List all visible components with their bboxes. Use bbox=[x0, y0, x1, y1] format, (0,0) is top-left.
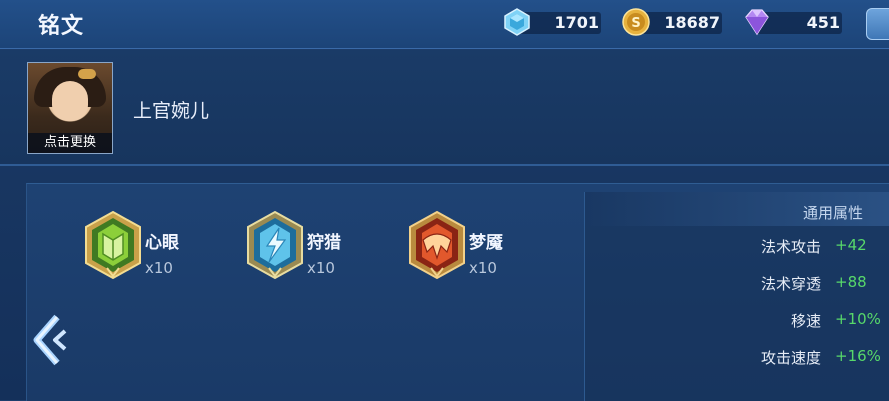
gold-count: 18687 bbox=[664, 13, 720, 32]
gold-coin-icon: S bbox=[622, 8, 650, 36]
top-bar: 铭文 1701 S 18687 451 bbox=[0, 0, 889, 49]
crystal-icon bbox=[504, 8, 530, 36]
hero-name: 上官婉儿 bbox=[133, 100, 210, 122]
stat-name: 移速 bbox=[790, 312, 821, 330]
crystal-count: 1701 bbox=[554, 13, 599, 32]
rune-count: x10 bbox=[469, 259, 497, 277]
stat-row: 法术攻击 +42 bbox=[585, 236, 889, 258]
stat-name: 法术攻击 bbox=[760, 238, 821, 256]
currency-diamond: 451 bbox=[742, 8, 842, 36]
rune-name: 心眼 bbox=[145, 233, 179, 253]
rune-count: x10 bbox=[307, 259, 335, 277]
xinyan-rune-icon bbox=[85, 210, 141, 280]
stat-value: +10% bbox=[835, 310, 881, 328]
stats-header: 通用属性 bbox=[585, 192, 889, 226]
svg-text:S: S bbox=[631, 16, 640, 31]
stat-value: +42 bbox=[835, 236, 867, 254]
stat-row: 移速 +10% bbox=[585, 310, 889, 332]
stat-value: +88 bbox=[835, 273, 867, 291]
change-hero-button[interactable]: 点击更换 bbox=[28, 133, 112, 153]
back-arrow-icon[interactable] bbox=[31, 313, 71, 367]
mengyan-rune-icon bbox=[409, 210, 465, 280]
diamond-count: 451 bbox=[806, 13, 840, 32]
stat-row: 攻击速度 +16% bbox=[585, 347, 889, 369]
stats-title: 通用属性 bbox=[802, 204, 863, 222]
shoulie-rune-icon bbox=[247, 210, 303, 280]
rune-item-shoulie[interactable]: 狩猎 x10 bbox=[245, 210, 375, 280]
page-title: 铭文 bbox=[38, 14, 85, 39]
stats-panel: 通用属性 法术攻击 +42 法术穿透 +88 移速 +10% 攻击速度 +16% bbox=[584, 192, 889, 401]
stat-name: 攻击速度 bbox=[760, 349, 821, 367]
rune-list: 心眼 x10 狩猎 x10 梦魇 x10 bbox=[27, 184, 584, 401]
rune-name: 狩猎 bbox=[307, 233, 341, 253]
hero-avatar[interactable]: 点击更换 bbox=[27, 62, 113, 154]
diamond-icon bbox=[745, 9, 769, 36]
currency-crystal: 1701 bbox=[503, 8, 601, 36]
rune-panel: 心眼 x10 狩猎 x10 梦魇 x10 通用属性 法术攻击 +42 法术穿透 … bbox=[26, 183, 889, 401]
rune-name: 梦魇 bbox=[469, 233, 503, 253]
rune-item-mengyan[interactable]: 梦魇 x10 bbox=[407, 210, 537, 280]
rune-item-xinyan[interactable]: 心眼 x10 bbox=[83, 210, 213, 280]
stat-name: 法术穿透 bbox=[760, 275, 821, 293]
stat-value: +16% bbox=[835, 347, 881, 365]
avatar-face bbox=[52, 81, 88, 121]
rune-count: x10 bbox=[145, 259, 173, 277]
stat-row: 法术穿透 +88 bbox=[585, 273, 889, 295]
side-menu-button[interactable] bbox=[866, 8, 889, 40]
avatar-hair-ornament bbox=[78, 69, 96, 79]
currency-gold: S 18687 bbox=[622, 8, 722, 36]
